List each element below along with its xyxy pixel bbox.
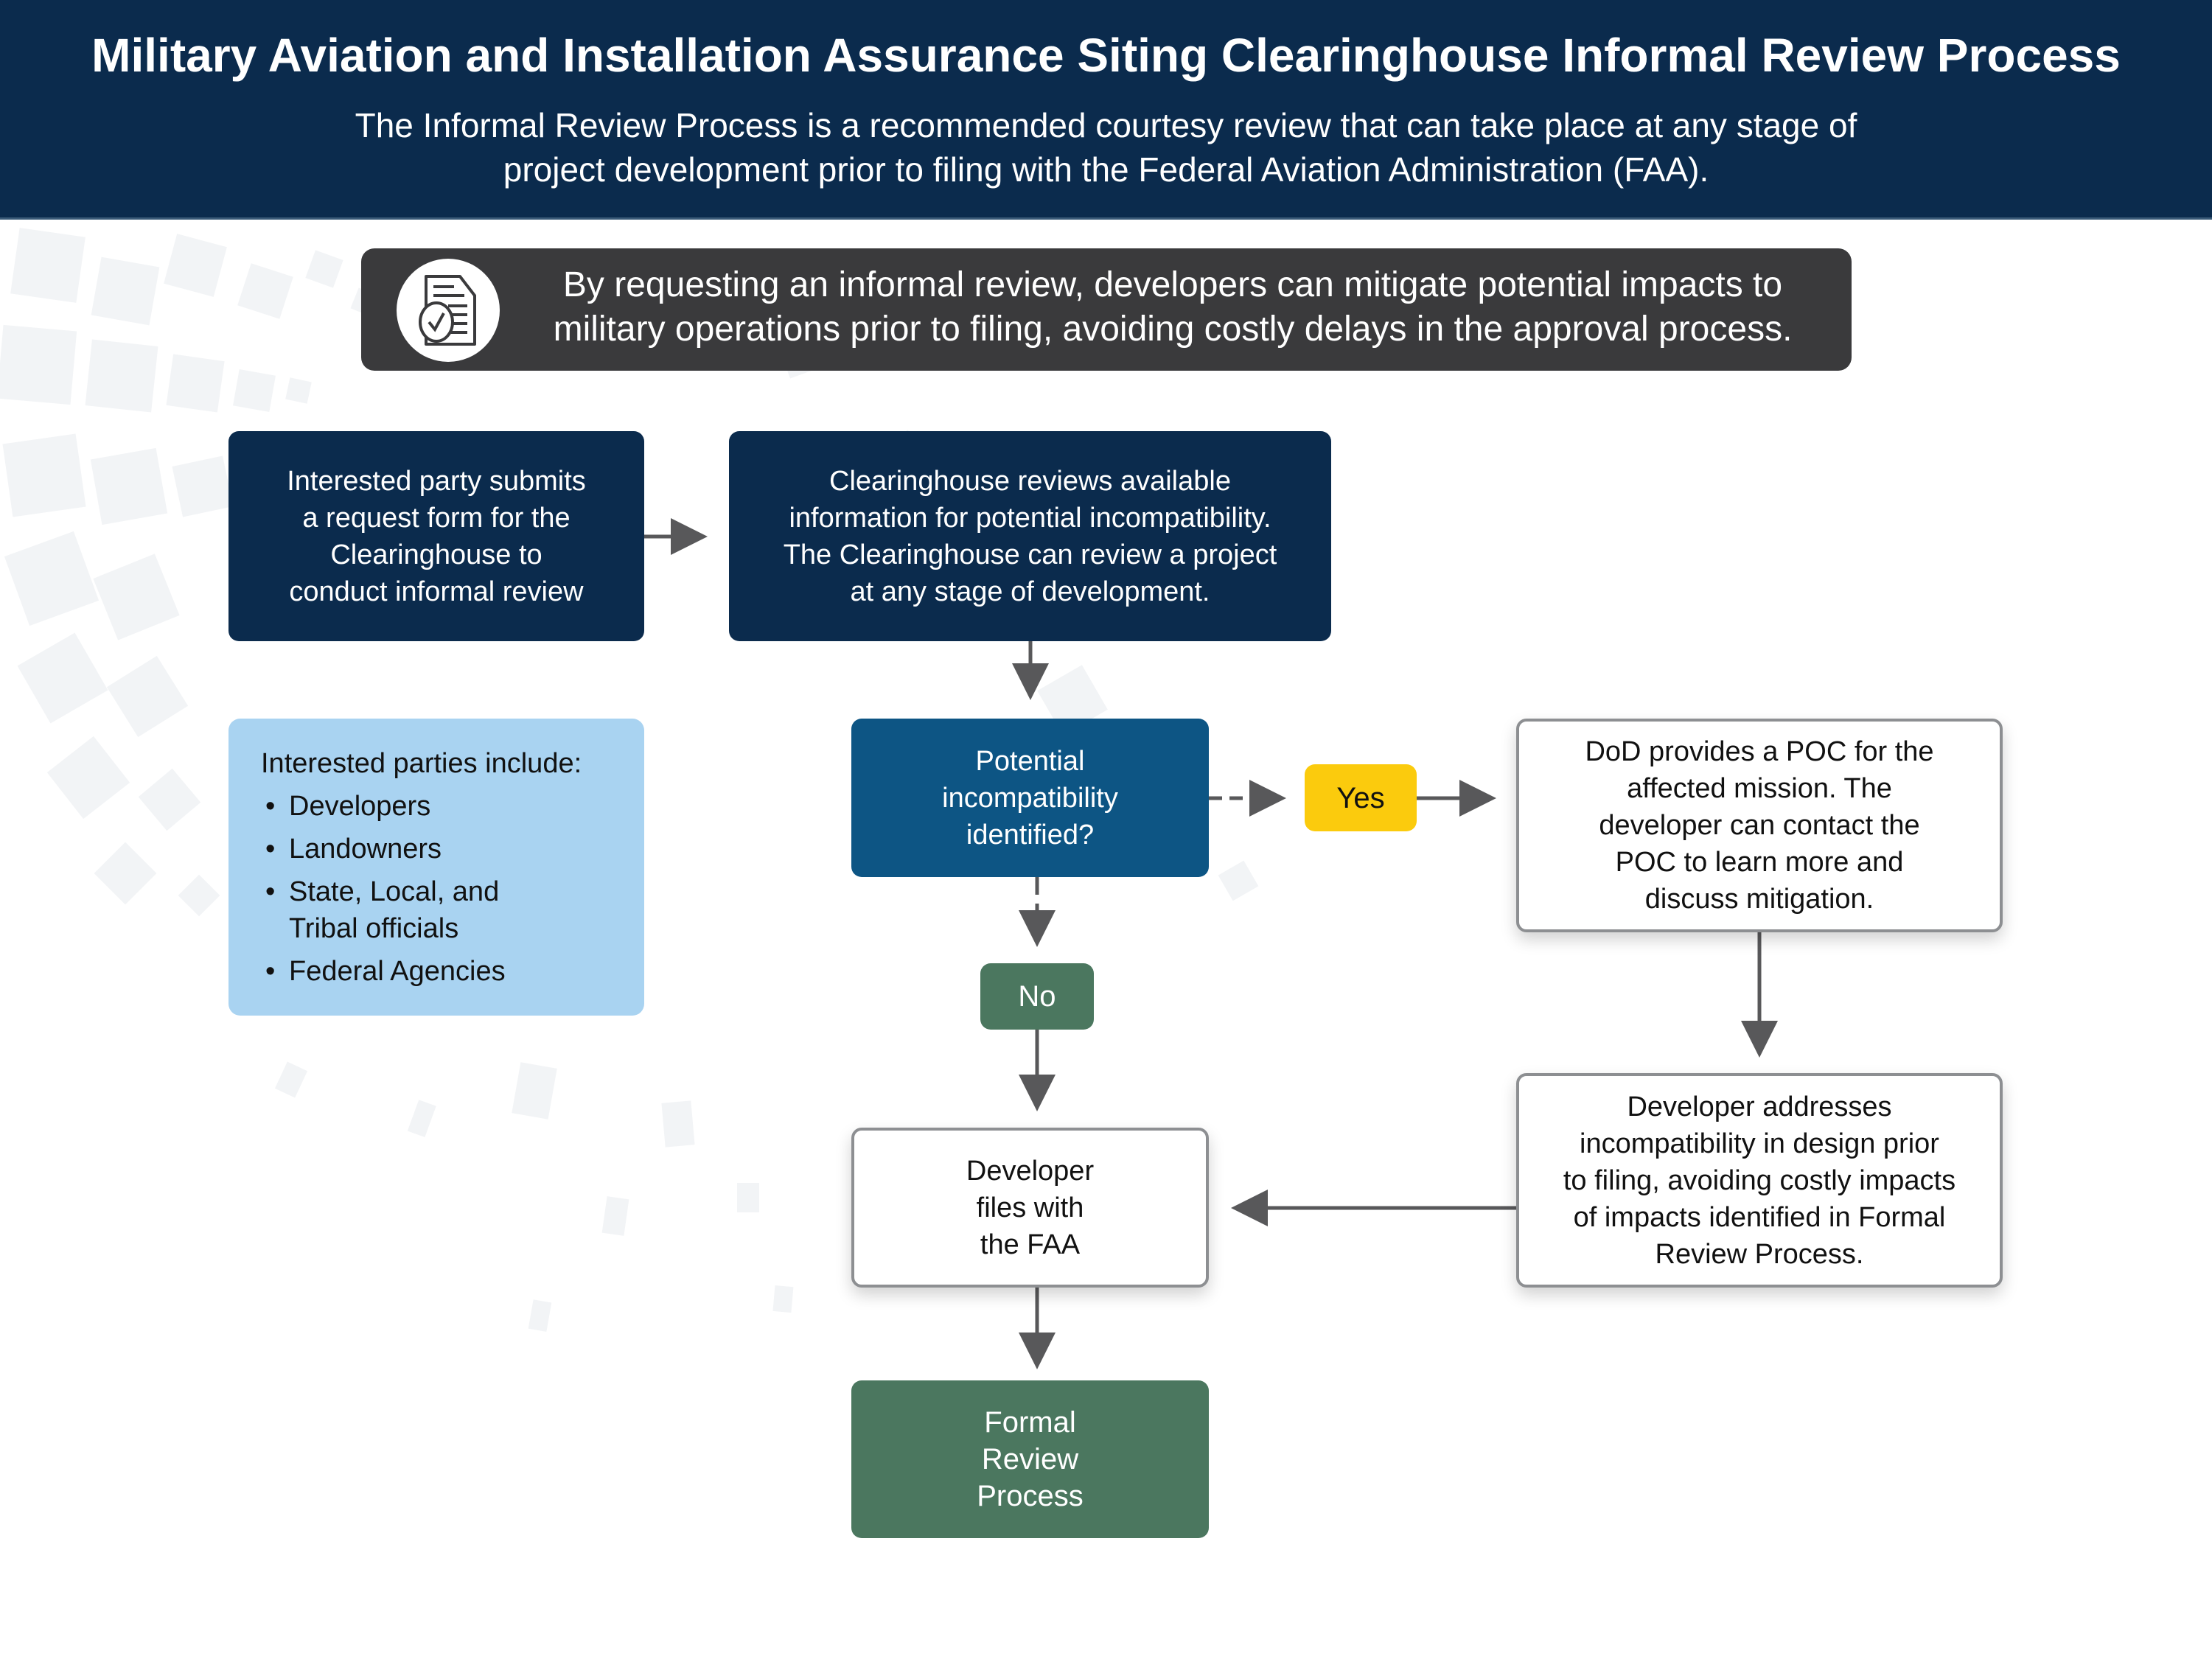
page-title: Military Aviation and Installation Assur… [91, 29, 2121, 82]
step-text-line: incompatibility in design prior [1580, 1128, 1939, 1159]
step-text-line: Clearinghouse reviews available [829, 465, 1231, 497]
document-checkmark-icon [397, 259, 500, 362]
step-text-line: The Clearinghouse can review a project [783, 539, 1277, 570]
decision-potential-incompatibility: Potential incompatibility identified? [851, 719, 1209, 877]
step-dod-provides-poc: DoD provides a POC for the affected miss… [1516, 719, 2003, 932]
callout-text: By requesting an informal review, develo… [509, 263, 1837, 352]
step-text-line: to filing, avoiding costly impacts [1563, 1164, 1956, 1196]
interested-parties-list: • Developers • Landowners • State, Local… [261, 788, 644, 990]
no-label: No [980, 963, 1094, 1030]
page-subtitle: The Informal Review Process is a recomme… [0, 103, 2212, 192]
step-text-line: of impacts identified in Formal [1573, 1201, 1946, 1233]
step-text-line: Clearinghouse to [330, 539, 542, 570]
step-text-line: Developer [966, 1155, 1095, 1187]
step-text-line: DoD provides a POC for the [1585, 736, 1934, 767]
interested-parties-box: Interested parties include: • Developers… [228, 719, 644, 1016]
step-text-line: Review Process. [1655, 1238, 1864, 1270]
yes-label-text: Yes [1336, 781, 1385, 814]
step-developer-addresses: Developer addresses incompatibility in d… [1516, 1073, 2003, 1288]
list-item-text: Federal Agencies [289, 956, 506, 987]
step-text-line: Developer addresses [1627, 1091, 1892, 1122]
step-submit-request: Interested party submits a request form … [228, 431, 644, 641]
step-text-line: discuss mitigation. [1644, 884, 1874, 915]
step-text-line: POC to learn more and [1615, 847, 1904, 878]
decision-text-line: identified? [966, 819, 1095, 851]
list-item: • Developers [261, 788, 644, 825]
step-text-line: information for potential incompatibilit… [789, 502, 1271, 534]
step-formal-review-process: Formal Review Process [851, 1380, 1209, 1538]
callout-line: By requesting an informal review, develo… [562, 265, 1783, 304]
bullet: • [265, 876, 276, 907]
decision-text-line: incompatibility [942, 782, 1118, 814]
decision-text-line: Potential [975, 745, 1085, 777]
list-item: • Landowners [261, 831, 644, 867]
list-item-text: Landowners [289, 834, 442, 865]
step-text-line: affected mission. The [1627, 773, 1892, 804]
no-label-text: No [1018, 980, 1056, 1013]
list-item-text: State, Local, and [289, 876, 500, 907]
yes-label: Yes [1305, 764, 1417, 831]
list-item-text: Developers [289, 791, 431, 822]
step-developer-files-faa: Developer files with the FAA [851, 1128, 1209, 1288]
list-item: • Federal Agencies [261, 953, 644, 990]
subtitle-line: The Informal Review Process is a recomme… [355, 106, 1857, 144]
callout-line: military operations prior to filing, avo… [553, 310, 1793, 349]
subtitle-line: project development prior to filing with… [503, 150, 1709, 189]
step-text-line: conduct informal review [289, 576, 584, 607]
step-text-line: files with [976, 1192, 1084, 1223]
bullet: • [265, 834, 276, 865]
bullet: • [265, 791, 276, 822]
step-text-line: Review [981, 1443, 1079, 1475]
step-text-line: Formal [984, 1406, 1076, 1439]
step-text-line: at any stage of development. [850, 576, 1210, 607]
header-banner: Military Aviation and Installation Assur… [0, 0, 2212, 220]
informal-review-callout: By requesting an informal review, develo… [361, 248, 1852, 371]
step-text-line: Process [977, 1480, 1084, 1512]
step-text-line: the FAA [980, 1229, 1081, 1260]
step-text-line: developer can contact the [1599, 810, 1920, 841]
step-text-line: a request form for the [302, 502, 571, 534]
bullet: • [265, 956, 276, 987]
interested-parties-heading: Interested parties include: [261, 748, 582, 779]
list-item-text: Tribal officials [289, 913, 459, 944]
list-item: • State, Local, and Tribal officials [261, 873, 644, 947]
step-text-line: Interested party submits [287, 465, 586, 497]
step-clearinghouse-reviews: Clearinghouse reviews available informat… [729, 431, 1331, 641]
